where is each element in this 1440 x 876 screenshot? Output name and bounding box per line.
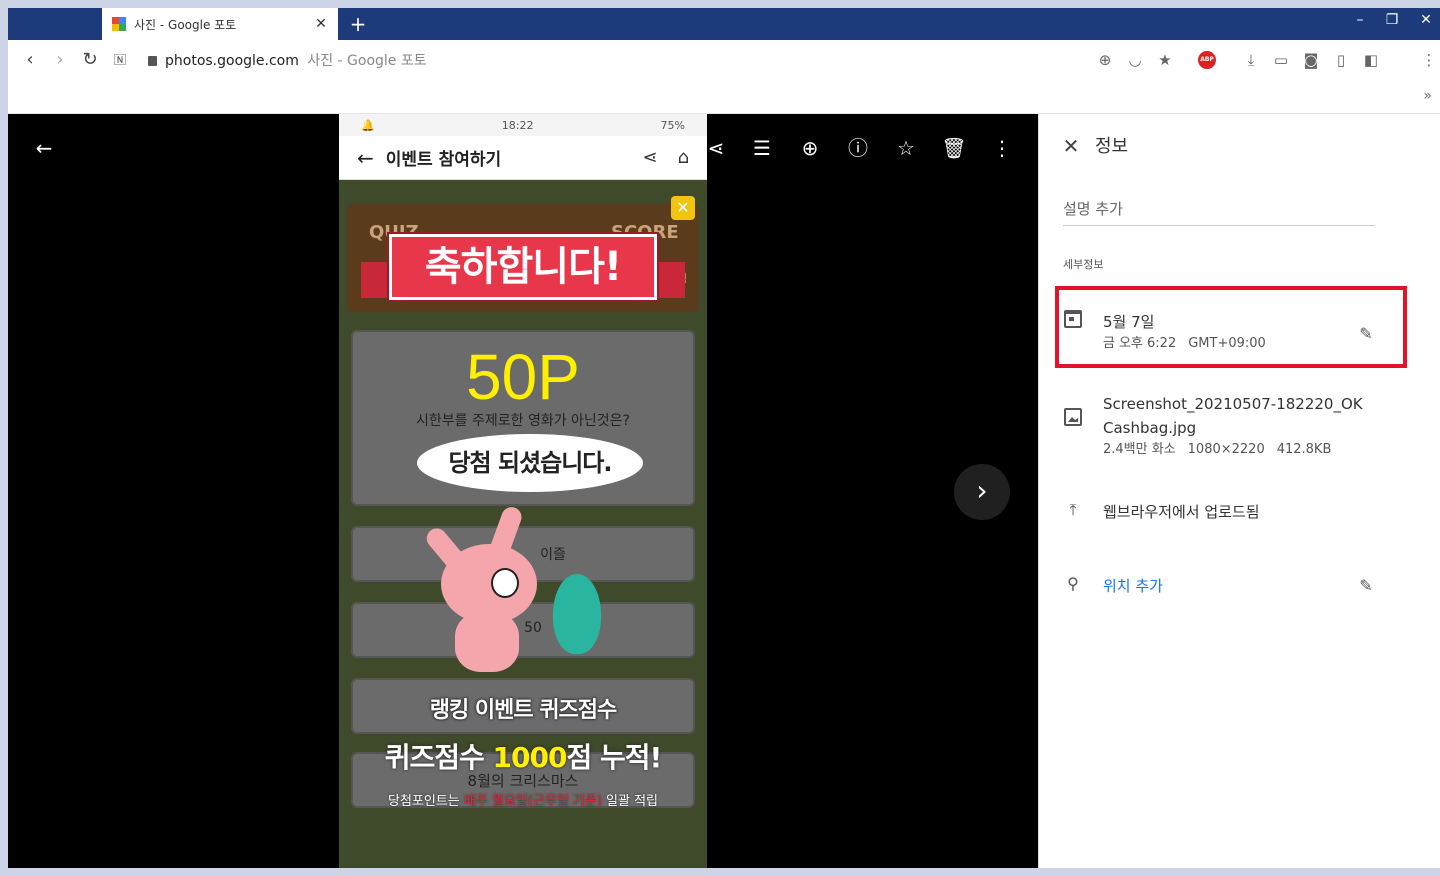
google-photos-icon bbox=[112, 17, 126, 31]
notion-icon[interactable]: 🄽 bbox=[108, 48, 132, 72]
phone-status-bar: 🔔 18:22 75% bbox=[339, 114, 707, 136]
restore-icon[interactable]: ❐ bbox=[1380, 12, 1404, 28]
bird-character bbox=[553, 574, 601, 654]
back-icon[interactable]: ‹ bbox=[18, 48, 42, 72]
add-icon[interactable]: ⊕ bbox=[1094, 49, 1116, 71]
date-text: 5월 7일 bbox=[1103, 313, 1155, 331]
browser-tab[interactable]: 사진 - Google 포토 ✕ bbox=[102, 8, 338, 40]
tune-icon[interactable]: ☰ bbox=[748, 134, 776, 162]
footnote-highlight: 매주 월요일(근무일 기준) bbox=[463, 794, 602, 809]
phone-share-icon: ⋖ bbox=[642, 147, 658, 168]
file-dims: 1080×2220 bbox=[1187, 442, 1265, 457]
details-section-label: 세부정보 bbox=[1063, 258, 1104, 271]
forward-icon[interactable]: › bbox=[48, 48, 72, 72]
bookmarks-more-icon[interactable]: » bbox=[1423, 88, 1432, 104]
download-icon[interactable]: ⤓ bbox=[1240, 49, 1262, 71]
file-name-line1: Screenshot_20210507-182220_OK bbox=[1103, 395, 1363, 413]
date-time: 오후 6:22 bbox=[1118, 336, 1177, 351]
add-location-link[interactable]: 위치 추가 bbox=[1103, 574, 1163, 598]
video-icon[interactable]: ▭ bbox=[1270, 49, 1292, 71]
info-panel: ✕ 정보 설명 추가 세부정보 5월 7일 금 오후 6:22 GMT+09:00 … bbox=[1038, 114, 1440, 868]
rabbit-character bbox=[422, 504, 541, 672]
viewer-back-icon[interactable]: ← bbox=[30, 134, 58, 162]
image-icon bbox=[1059, 392, 1087, 460]
phone-app-bar: ← 이벤트 참여하기 ⋖ ⌂ bbox=[339, 136, 707, 180]
congrats-banner: 축하합니다! bbox=[389, 234, 657, 300]
date-timezone: GMT+09:00 bbox=[1188, 336, 1266, 351]
footnote-suffix: 일괄 적립 bbox=[601, 794, 659, 809]
more-icon[interactable]: ⋮ bbox=[988, 134, 1016, 162]
location-pin-icon: ⚲ bbox=[1067, 574, 1079, 593]
footnote-text: 당첨포인트는 매주 월요일(근무일 기준) 일괄 적립 bbox=[339, 790, 707, 809]
footnote-prefix: 당첨포인트는 bbox=[387, 794, 464, 809]
upload-icon: ⤒ bbox=[1069, 500, 1077, 519]
menu-icon[interactable]: ⋮ bbox=[1418, 49, 1440, 71]
phone-back-icon: ← bbox=[357, 145, 374, 170]
next-photo-button[interactable]: › bbox=[954, 464, 1010, 520]
phone-home-icon: ⌂ bbox=[677, 147, 689, 168]
browser-toolbar: ‹ › ↻ 🄽 photos.google.com 사진 - Google 포토… bbox=[8, 40, 1440, 80]
adblock-icon[interactable]: ABP bbox=[1198, 51, 1216, 69]
phone-app-title: 이벤트 참여하기 bbox=[385, 150, 502, 170]
option-xmas-text: 8월의 크리스마스 bbox=[467, 772, 579, 790]
zoom-icon[interactable]: ⊕ bbox=[796, 134, 824, 162]
reload-icon[interactable]: ↻ bbox=[78, 48, 102, 72]
file-row: Screenshot_20210507-182220_OK Cashbag.jp… bbox=[1059, 392, 1363, 460]
date-row: 5월 7일 금 오후 6:22 GMT+09:00 bbox=[1059, 310, 1278, 354]
new-tab-button[interactable]: + bbox=[346, 12, 370, 36]
browser-window: 사진 - Google 포토 ✕ + – ❐ ✕ ‹ › ↻ 🄽 photos.… bbox=[8, 8, 1440, 868]
address-page-title: 사진 - Google 포토 bbox=[307, 53, 427, 69]
upload-source-text: 웹브라우저에서 업로드됨 bbox=[1103, 503, 1260, 521]
points-text: 50P bbox=[466, 341, 580, 413]
info-close-icon[interactable]: ✕ bbox=[1059, 134, 1083, 158]
address-bar[interactable]: photos.google.com 사진 - Google 포토 bbox=[148, 50, 427, 70]
star-icon[interactable]: ★ bbox=[1154, 49, 1176, 71]
date-day: 금 bbox=[1103, 336, 1115, 351]
ranking-text: 랭킹 이벤트 퀴즈점수 bbox=[429, 698, 617, 723]
file-name-line2: Cashbag.jpg bbox=[1103, 419, 1197, 437]
upload-row: ⤒ 웹브라우저에서 업로드됨 bbox=[1059, 500, 1260, 524]
bookmark-bar: » bbox=[8, 80, 1440, 114]
trash-icon[interactable]: 🗑 bbox=[940, 134, 968, 162]
tab-close-icon[interactable]: ✕ bbox=[314, 16, 328, 32]
sidebar-icon[interactable]: ◧ bbox=[1360, 49, 1382, 71]
phone-battery: 75% bbox=[660, 118, 685, 132]
pocket-icon[interactable]: ◡ bbox=[1124, 49, 1146, 71]
file-size: 412.8KB bbox=[1276, 442, 1332, 457]
reader-icon[interactable]: ▯ bbox=[1330, 49, 1352, 71]
file-pixels: 2.4백만 화소 bbox=[1103, 442, 1176, 457]
info-icon[interactable]: ⓘ bbox=[844, 134, 872, 162]
tab-title: 사진 - Google 포토 bbox=[134, 17, 237, 32]
tab-strip: 사진 - Google 포토 ✕ + – ❐ ✕ bbox=[8, 8, 1440, 40]
info-heading: 정보 bbox=[1095, 136, 1129, 157]
share-icon[interactable]: ⋖ bbox=[702, 134, 730, 162]
minimize-icon[interactable]: – bbox=[1348, 12, 1372, 28]
lock-icon bbox=[148, 56, 157, 66]
window-close-icon[interactable]: ✕ bbox=[1414, 12, 1438, 28]
calendar-icon bbox=[1059, 310, 1087, 354]
phone-time: 18:22 bbox=[501, 118, 534, 132]
description-input[interactable]: 설명 추가 bbox=[1063, 198, 1375, 226]
photo-image: 🔔 18:22 75% ← 이벤트 참여하기 ⋖ ⌂ QUIZ SCORE 점 … bbox=[339, 114, 707, 868]
url-text: photos.google.com bbox=[165, 53, 299, 69]
camera-icon[interactable]: ◙ bbox=[1300, 49, 1322, 71]
notification-icon: 🔔 bbox=[361, 118, 375, 132]
location-row: ⚲ 위치 추가 bbox=[1059, 574, 1163, 598]
star-icon[interactable]: ☆ bbox=[892, 134, 920, 162]
popup-close-icon: ✕ bbox=[671, 196, 695, 220]
edit-location-icon[interactable]: ✎ bbox=[1355, 576, 1377, 595]
edit-date-icon[interactable]: ✎ bbox=[1355, 324, 1377, 343]
won-bubble: 당첨 되셨습니다. bbox=[417, 434, 643, 492]
question-text: 시한부를 주제로한 영화가 아닌것은? bbox=[416, 413, 630, 429]
photo-viewer: ← 🔔 18:22 75% ← 이벤트 참여하기 ⋖ ⌂ QUIZ SCORE … bbox=[8, 114, 1038, 868]
